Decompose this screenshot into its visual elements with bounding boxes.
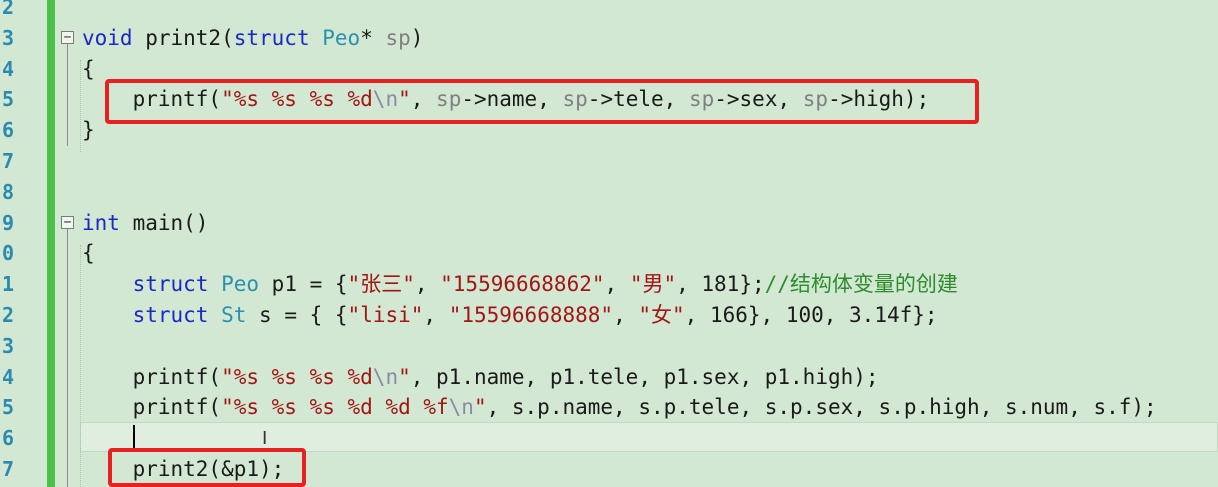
collapse-icon[interactable]: −: [61, 31, 74, 44]
code-token: void: [82, 25, 133, 50]
code-token: ,: [414, 272, 441, 297]
code-token: "%s %s %s %d %d %f: [221, 395, 449, 420]
code-token: printf(: [82, 395, 222, 420]
indent-guide: [80, 60, 81, 152]
highlight-box-print2-call: [108, 448, 306, 487]
code-token: }: [82, 118, 95, 143]
code-line[interactable]: [82, 331, 1218, 362]
code-line[interactable]: [82, 0, 1218, 23]
code-token: struct: [233, 25, 310, 50]
collapse-icon[interactable]: −: [61, 216, 74, 229]
indent-guide: [80, 245, 81, 487]
line-number: 4: [1, 56, 14, 81]
code-token: , p1.name, p1.tele, p1.sex, p1.high);: [410, 364, 879, 389]
code-token: printf(: [82, 364, 222, 389]
line-number: 8: [1, 179, 14, 204]
code-line[interactable]: {: [82, 238, 1218, 269]
highlight-box-printf: [105, 79, 979, 124]
code-token: ,: [604, 272, 630, 297]
line-number: 6: [1, 426, 14, 451]
code-token: //结构体变量的创建: [764, 272, 958, 297]
code-token: \n: [448, 395, 474, 420]
code-token: s = { {: [246, 303, 348, 327]
code-token: , 181};: [676, 272, 765, 297]
code-token: ): [410, 25, 424, 50]
text-cursor-icon: I: [262, 428, 268, 449]
code-token: "男": [629, 272, 677, 297]
line-number: 7: [1, 149, 14, 173]
line-number: 1: [1, 272, 14, 297]
code-token: print2(: [132, 25, 234, 50]
code-token: "lisi": [347, 303, 424, 327]
code-line[interactable]: printf("%s %s %s %d %d %f\n", s.p.name, …: [82, 392, 1218, 423]
code-token: ": [398, 364, 411, 389]
code-line[interactable]: struct Peo p1 = {"张三", "15596668862", "男…: [82, 269, 1218, 300]
code-token: \n: [372, 364, 399, 389]
code-token: Peo: [221, 272, 260, 297]
code-token: "%s %s %s %d: [221, 364, 373, 389]
change-indicator-bar: [47, 0, 55, 487]
code-token: ,: [613, 303, 639, 327]
line-number: 9: [1, 210, 14, 235]
code-token: {: [82, 241, 95, 266]
fold-guide-line: [67, 44, 68, 146]
line-number: 3: [1, 333, 14, 358]
fold-guide-line: [67, 229, 68, 487]
line-number: 3: [1, 25, 14, 50]
code-token: , 166}, 100, 3.14f};: [684, 303, 938, 327]
code-token: int: [82, 210, 120, 235]
line-number: 6: [1, 118, 14, 143]
text-caret: [133, 425, 135, 450]
code-token: struct: [132, 272, 209, 297]
code-line[interactable]: int main(): [82, 208, 1218, 239]
code-line[interactable]: struct St s = { {"lisi", "15596668888" , …: [82, 300, 1218, 331]
code-token: ,: [423, 303, 449, 327]
code-line[interactable]: [82, 146, 1218, 177]
line-number: 4: [1, 364, 14, 389]
code-token: Peo: [322, 25, 361, 50]
code-token: "15596668862": [440, 272, 605, 297]
code-token: ": [473, 395, 487, 420]
code-editor[interactable]: − − 2345678901234567 void print2(struct …: [0, 0, 1218, 487]
code-token: "张三": [347, 272, 415, 297]
code-token: *: [360, 25, 386, 50]
code-token: p1 = {: [259, 272, 348, 297]
code-token: sp: [385, 25, 411, 50]
code-token: {: [82, 56, 95, 81]
line-number: 7: [1, 457, 14, 481]
code-token: "女": [638, 303, 685, 327]
code-token: main(): [119, 210, 209, 235]
line-number: 5: [1, 87, 14, 112]
code-token: , s.p.name, s.p.tele, s.p.sex, s.p.high,…: [486, 395, 1157, 420]
code-line[interactable]: [82, 177, 1218, 208]
code-line[interactable]: void print2(struct Peo* sp): [82, 23, 1218, 54]
code-token: "15596668888": [448, 303, 614, 327]
code-token: St: [221, 303, 247, 327]
line-number: 0: [1, 241, 14, 266]
line-number: 2: [1, 0, 14, 19]
line-number: 2: [1, 303, 14, 327]
code-token: struct: [132, 303, 209, 327]
line-number: 5: [1, 395, 14, 420]
code-line[interactable]: printf("%s %s %s %d\n", p1.name, p1.tele…: [82, 362, 1218, 393]
